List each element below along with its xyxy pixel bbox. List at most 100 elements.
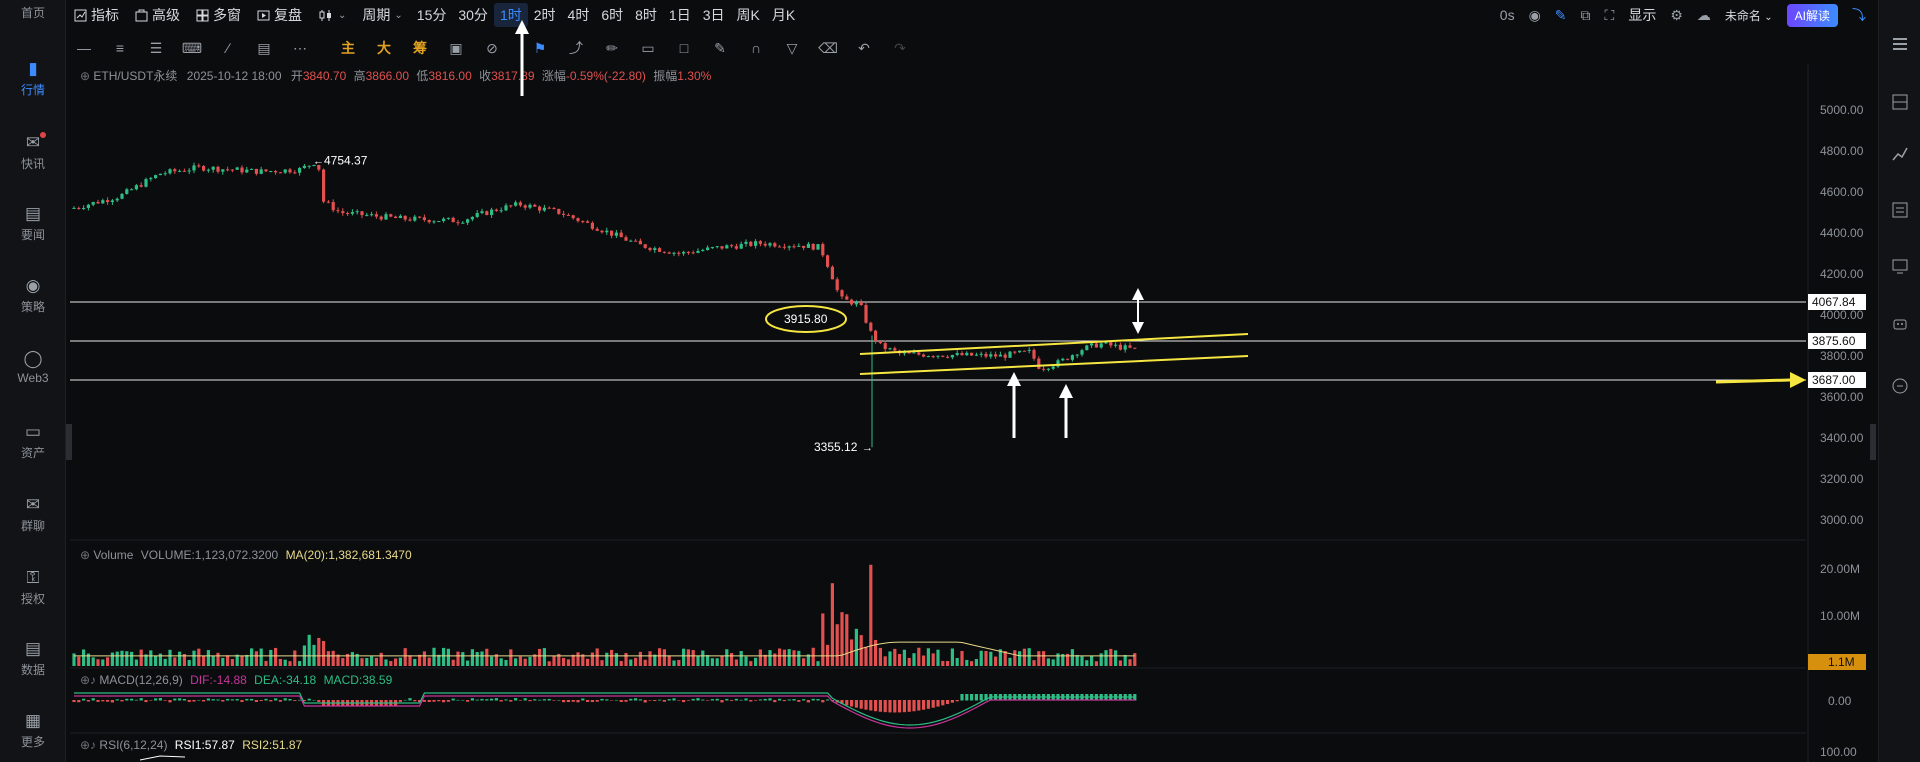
interval-tab[interactable]: 月K: [766, 0, 801, 30]
nav-item-10[interactable]: ▦ 更多: [0, 712, 66, 750]
volume-bar: [278, 658, 282, 666]
bot-icon[interactable]: [1890, 314, 1910, 334]
main-force-button[interactable]: 主: [330, 35, 366, 61]
brush-tool-icon[interactable]: ✏: [594, 35, 630, 61]
channel-tool-icon[interactable]: ☰: [138, 35, 174, 61]
interval-tab[interactable]: 4时: [562, 0, 596, 30]
nav-item-2[interactable]: ✉ 快讯: [0, 132, 66, 172]
candle-body: [1051, 366, 1055, 369]
nav-item-5[interactable]: ◯ Web3: [0, 350, 66, 386]
nav-item-8[interactable]: ⚿ 授权: [0, 569, 66, 607]
nav-item-3[interactable]: ▤ 要闻: [0, 205, 66, 243]
parallel-lines-tool-icon[interactable]: ≡: [102, 35, 138, 61]
list-icon[interactable]: [1890, 200, 1910, 220]
nav-label: 首页: [20, 6, 45, 20]
volume-bar: [499, 658, 503, 666]
nav-item-9[interactable]: ▤ 数据: [0, 640, 66, 678]
big-order-button[interactable]: 大: [366, 35, 402, 61]
popout-icon[interactable]: ⧉: [1581, 7, 1591, 24]
interval-tab[interactable]: 1日: [663, 0, 697, 30]
order-book-icon[interactable]: [1890, 92, 1910, 112]
ai-analysis-button[interactable]: AI解读: [1786, 3, 1838, 27]
candle-body: [1066, 358, 1070, 360]
volume-bar: [782, 649, 786, 666]
interval-tab[interactable]: 15分: [411, 0, 453, 30]
magnet-snap-icon[interactable]: ∩: [738, 35, 774, 61]
fullscreen-icon[interactable]: ⛶: [1605, 7, 1615, 24]
collapse-icon[interactable]: ⊕: [80, 548, 90, 562]
camera-icon[interactable]: ◉: [1529, 7, 1541, 24]
menu-icon[interactable]: [1890, 34, 1910, 54]
filter-tool-icon[interactable]: ▽: [774, 35, 810, 61]
candle-body: [557, 208, 561, 214]
datetime-label: 2025-10-12 18:00: [186, 69, 282, 83]
trash-icon[interactable]: ⌫: [810, 35, 846, 61]
collapse-icon[interactable]: ⊕: [80, 69, 90, 83]
chips-button[interactable]: 筹: [402, 35, 438, 61]
volume-bar: [139, 649, 143, 666]
chart-type-dropdown[interactable]: ⌄: [310, 0, 354, 30]
macd-bar: [120, 700, 124, 702]
nav-item-6[interactable]: ▭ 资产: [0, 423, 66, 461]
lock-tool-icon[interactable]: □: [666, 35, 702, 61]
macd-bar: [211, 699, 215, 701]
measure-tool-icon[interactable]: ▤: [246, 35, 282, 61]
period-dropdown[interactable]: 周期 ⌄: [354, 0, 410, 30]
nav-item-0[interactable]: 首页: [0, 4, 66, 21]
volume-bar: [480, 651, 484, 666]
path-tool-icon[interactable]: ⤴: [558, 35, 594, 61]
candle-body: [566, 214, 570, 216]
edit-tool-icon[interactable]: ✎: [702, 35, 738, 61]
bookmark-tool-icon[interactable]: ⚑: [522, 35, 558, 61]
ruler-tool-icon[interactable]: ⌨: [174, 35, 210, 61]
display-button[interactable]: 显示: [1628, 5, 1656, 25]
eraser-tool-icon[interactable]: ⊘: [474, 35, 510, 61]
nav-item-1[interactable]: ▮ 行情: [0, 60, 66, 98]
macd-bar: [826, 699, 830, 701]
interval-tab[interactable]: 1时: [493, 3, 528, 27]
undo-icon[interactable]: ↶: [846, 35, 882, 61]
macd-bar: [912, 700, 916, 712]
more-tools-icon[interactable]: ⋯: [282, 35, 318, 61]
trend-icon[interactable]: [1890, 144, 1910, 164]
advanced-button[interactable]: 高级: [127, 0, 188, 30]
bell-icon[interactable]: ⊕♪: [80, 738, 96, 752]
bell-icon[interactable]: ⊕♪: [80, 673, 96, 687]
interval-tab[interactable]: 8时: [629, 0, 663, 30]
volume-bar: [912, 653, 916, 666]
cloud-icon[interactable]: ☁: [1697, 7, 1711, 24]
interval-tab[interactable]: 周K: [731, 0, 766, 30]
macd-bar: [936, 700, 940, 707]
multi-window-button[interactable]: 多窗: [188, 0, 249, 30]
magnet-tool-icon[interactable]: ▣: [438, 35, 474, 61]
replay-button[interactable]: 复盘: [249, 0, 310, 30]
macd-bar: [787, 699, 791, 701]
macd-bar: [734, 698, 738, 701]
share-icon[interactable]: ⤵: [1852, 5, 1866, 25]
candle-body: [878, 340, 882, 344]
nav-item-4[interactable]: ◉ 策略: [0, 277, 66, 315]
trendline-tool-icon[interactable]: ∕: [210, 35, 246, 61]
dumbbell-tool-icon[interactable]: ▭: [630, 35, 666, 61]
macd-bar: [768, 698, 772, 701]
link-icon[interactable]: [1890, 376, 1910, 396]
macd-bar: [461, 699, 465, 701]
monitor-icon[interactable]: [1890, 256, 1910, 276]
candle-body: [653, 248, 657, 251]
interval-tab[interactable]: 6时: [595, 0, 629, 30]
candle-body: [485, 211, 489, 216]
settings-icon[interactable]: ⚙: [1670, 7, 1683, 24]
interval-tab[interactable]: 30分: [452, 0, 494, 30]
pen-icon[interactable]: ✎: [1555, 7, 1567, 24]
redo-icon[interactable]: ↷: [882, 35, 918, 61]
interval-tab[interactable]: 2时: [528, 0, 562, 30]
interval-tab[interactable]: 3日: [697, 0, 731, 30]
indicator-button[interactable]: 指标: [66, 0, 127, 30]
macd-bar: [331, 700, 335, 707]
nav-item-7[interactable]: ✉ 群聊: [0, 496, 66, 534]
layout-name-dropdown[interactable]: 未命名 ⌄: [1725, 7, 1773, 24]
price-axis-label: 4000.00: [1820, 308, 1864, 322]
macd-bar: [773, 700, 777, 703]
volume-bar: [451, 659, 455, 666]
horizontal-line-tool-icon[interactable]: —: [66, 35, 102, 61]
